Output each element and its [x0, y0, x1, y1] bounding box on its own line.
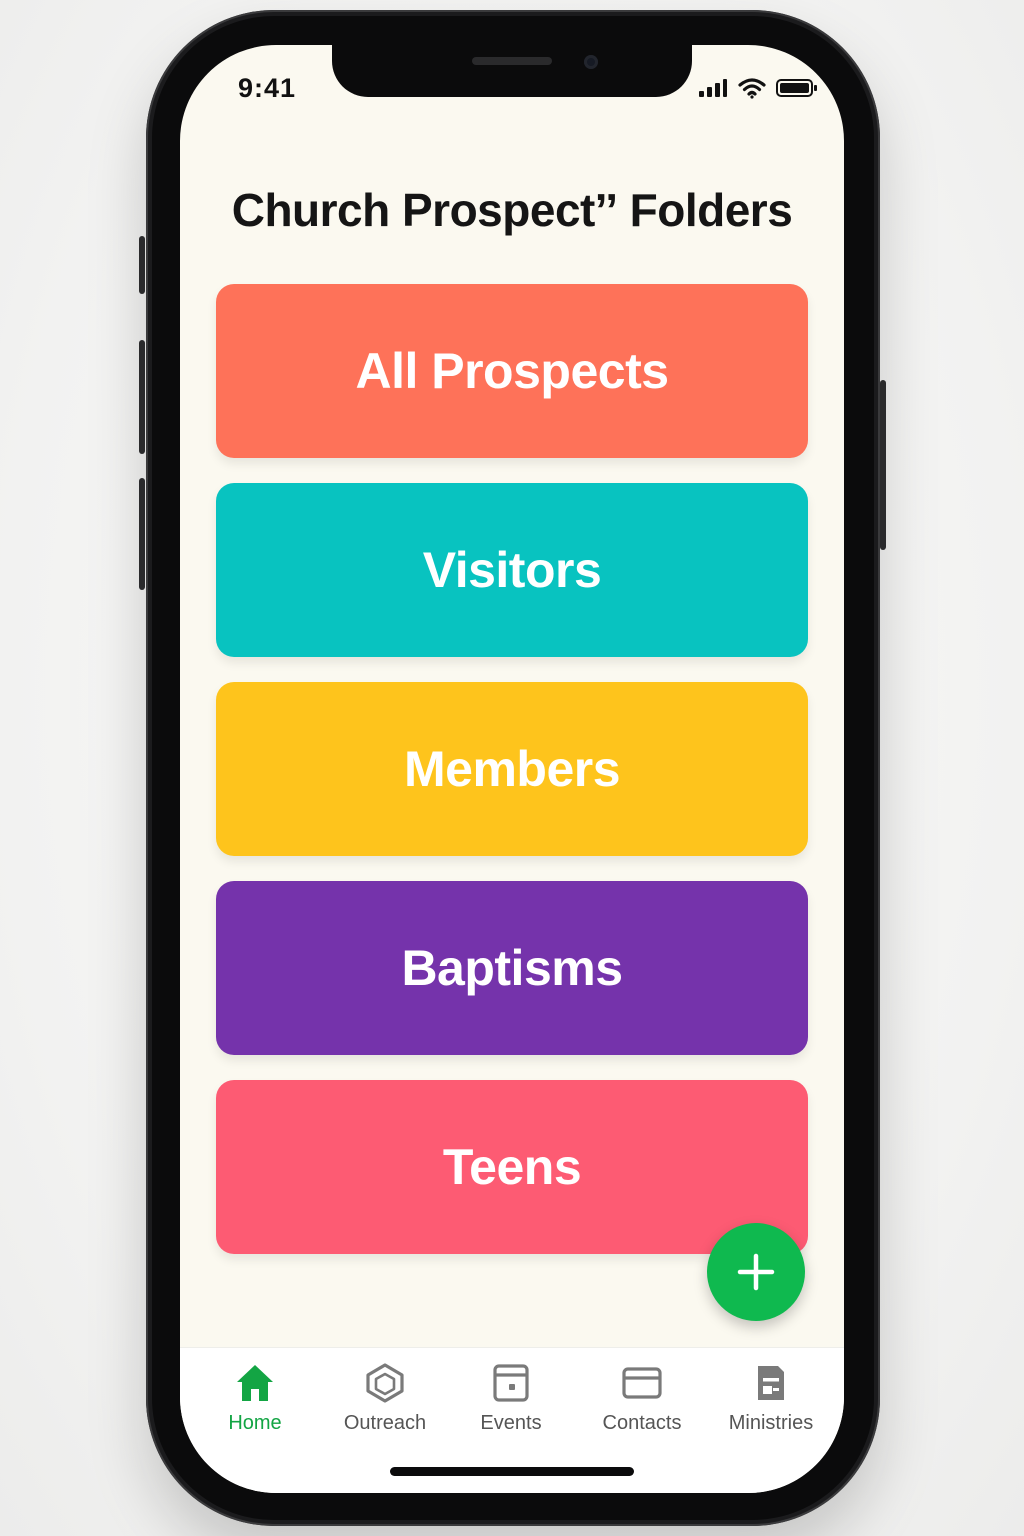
folder-label: All Prospects	[355, 343, 669, 399]
home-indicator	[390, 1467, 634, 1476]
home-icon	[237, 1365, 273, 1401]
tab-label: Ministries	[728, 1412, 814, 1434]
folder-visitors[interactable]: Visitors	[216, 483, 808, 657]
tab-ministries[interactable]: Ministries	[706, 1362, 836, 1435]
earpiece-speaker	[472, 57, 552, 65]
tab-events[interactable]: Events	[446, 1362, 576, 1435]
folder-teens[interactable]: Teens	[216, 1080, 808, 1254]
cellular-signal-icon	[699, 79, 727, 97]
app-screen: 9:41 Church Prospectˮ Folders All Prospe…	[180, 45, 844, 1493]
folder-baptisms[interactable]: Baptisms	[216, 881, 808, 1055]
folder-label: Teens	[442, 1139, 582, 1195]
tab-outreach[interactable]: Outreach	[320, 1362, 450, 1435]
tab-label: Outreach	[343, 1412, 427, 1434]
tab-contacts[interactable]: Contacts	[577, 1362, 707, 1435]
folder-label: Visitors	[422, 542, 602, 598]
battery-icon	[776, 79, 817, 97]
folder-all-prospects[interactable]: All Prospects	[216, 284, 808, 458]
tab-label: Events	[480, 1412, 542, 1434]
contacts-icon	[622, 1367, 662, 1399]
tab-label: Contacts	[602, 1412, 682, 1434]
volume-down-button	[139, 478, 145, 590]
power-button	[880, 380, 886, 550]
plus-icon	[737, 1253, 775, 1291]
folder-label: Baptisms	[401, 940, 623, 996]
add-folder-button[interactable]	[707, 1223, 805, 1321]
tab-label: Home	[228, 1412, 282, 1434]
folder-members[interactable]: Members	[216, 682, 808, 856]
ministries-icon	[758, 1366, 784, 1400]
stage: 9:41 Church Prospectˮ Folders All Prospe…	[0, 0, 1024, 1536]
events-icon	[493, 1364, 529, 1402]
silent-switch	[139, 236, 145, 294]
outreach-icon	[366, 1363, 404, 1403]
volume-up-button	[139, 340, 145, 454]
tab-home[interactable]: Home	[190, 1362, 320, 1435]
wifi-icon	[738, 78, 766, 99]
front-camera	[584, 55, 598, 69]
status-time: 9:41	[238, 73, 297, 103]
notch	[332, 45, 692, 97]
page-title: Church Prospectˮ Folders	[231, 184, 793, 236]
status-icons	[698, 77, 818, 99]
folder-label: Members	[403, 741, 621, 797]
